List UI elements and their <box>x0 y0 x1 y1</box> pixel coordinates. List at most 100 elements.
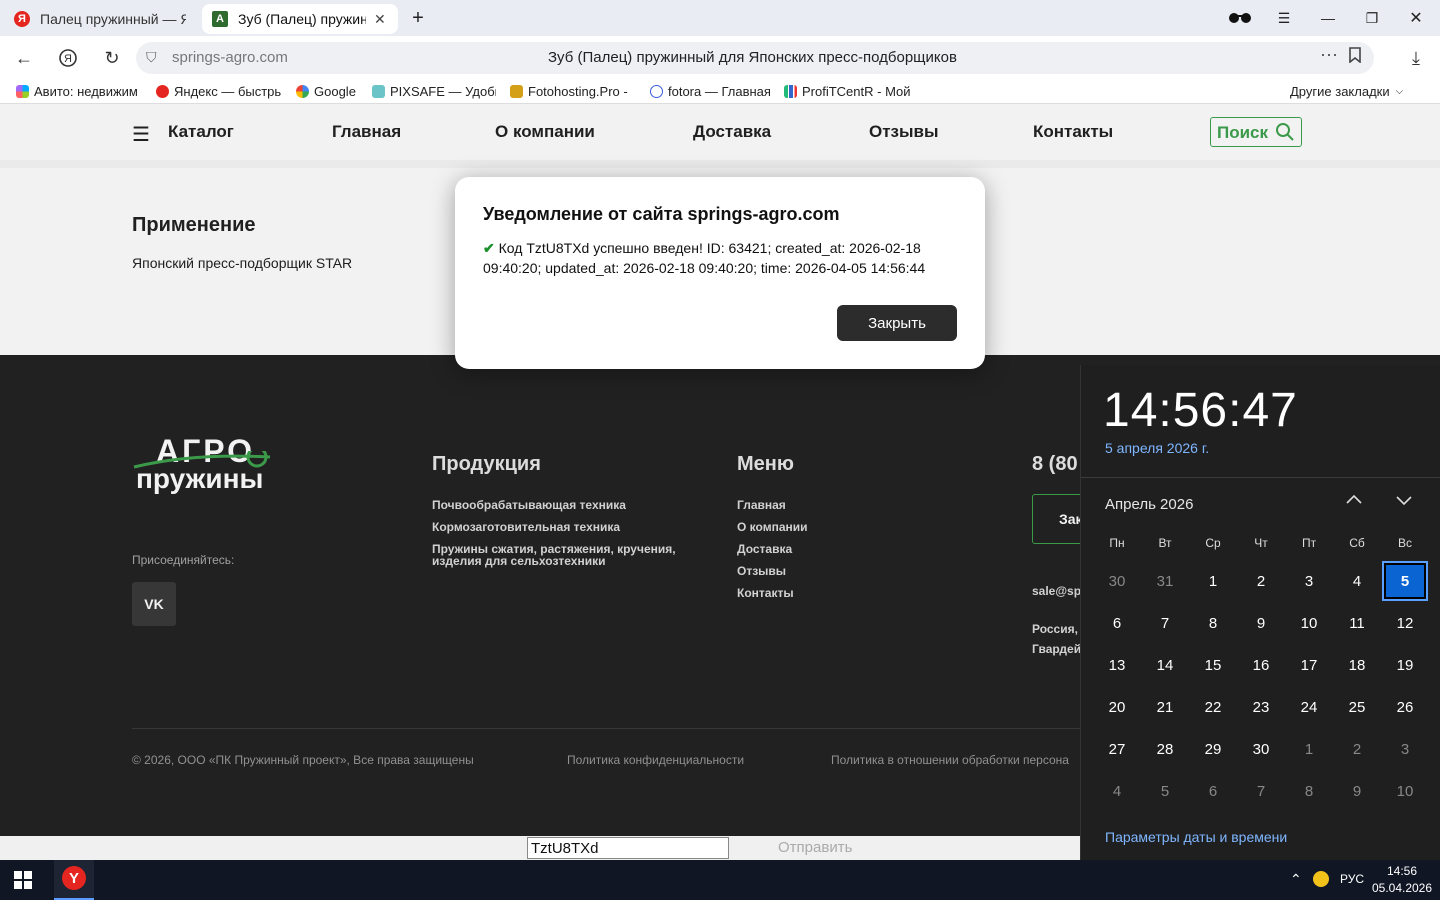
calendar-day[interactable]: 5 <box>1142 771 1188 811</box>
calendar-day[interactable]: 20 <box>1094 687 1140 727</box>
calendar-day[interactable]: 17 <box>1286 645 1332 685</box>
calendar-day[interactable]: 14 <box>1142 645 1188 685</box>
yandex-browser-task[interactable]: Y <box>54 860 94 900</box>
calendar-day[interactable]: 9 <box>1238 603 1284 643</box>
calendar-day[interactable]: 4 <box>1094 771 1140 811</box>
calendar-day[interactable]: 5 <box>1382 561 1428 601</box>
glasses-icon[interactable] <box>1226 6 1254 30</box>
bookmark-item[interactable]: PIXSAFE — Удобн <box>372 84 496 99</box>
calendar-day[interactable]: 29 <box>1190 729 1236 769</box>
calendar-day[interactable]: 22 <box>1190 687 1236 727</box>
calendar-day[interactable]: 28 <box>1142 729 1188 769</box>
calendar-day[interactable]: 2 <box>1238 561 1284 601</box>
code-input[interactable] <box>527 837 729 859</box>
calendar-day[interactable]: 16 <box>1238 645 1284 685</box>
flyout-long-date[interactable]: 5 апреля 2026 г. <box>1105 440 1209 456</box>
calendar-day[interactable]: 3 <box>1286 561 1332 601</box>
calendar-month[interactable]: Апрель 2026 <box>1105 496 1193 513</box>
weekday-label: Пт <box>1301 536 1317 550</box>
tray-app-icon[interactable] <box>1313 871 1329 887</box>
url-field[interactable]: ⛉ springs-agro.com Зуб (Палец) пружинный… <box>136 42 1374 74</box>
calendar-day[interactable]: 12 <box>1382 603 1428 643</box>
calendar-day[interactable]: 8 <box>1286 771 1332 811</box>
bookmark-item[interactable]: Авито: недвижим <box>16 84 142 99</box>
weekday-label: Вт <box>1158 536 1172 550</box>
calendar-day[interactable]: 30 <box>1238 729 1284 769</box>
shield-icon: ⛉ <box>146 49 157 65</box>
bookmark-item[interactable]: Fotohosting.Pro - <box>510 84 636 99</box>
calendar-day[interactable]: 31 <box>1142 561 1188 601</box>
more-icon[interactable]: ⋯ <box>1320 45 1338 66</box>
other-bookmarks[interactable]: Другие закладки ⌵ <box>1290 84 1430 99</box>
weekday-label: Чт <box>1254 536 1268 550</box>
yandex-icon <box>156 85 169 98</box>
close-window-icon[interactable]: ✕ <box>1402 6 1430 30</box>
dialog-close-button[interactable]: Закрыть <box>837 305 957 341</box>
calendar-day[interactable]: 3 <box>1382 729 1428 769</box>
calendar-day[interactable]: 11 <box>1334 603 1380 643</box>
calendar-day[interactable]: 27 <box>1094 729 1140 769</box>
flyout-clock: 14:56:47 <box>1103 384 1298 437</box>
bookmark-item[interactable]: Google <box>296 84 360 99</box>
download-icon[interactable]: ⤓ <box>1402 44 1430 72</box>
bookmark-item[interactable]: Яндекс — быстрь <box>156 84 282 99</box>
page-title: Зуб (Палец) пружинный для Японских пресс… <box>548 49 957 66</box>
calendar-day[interactable]: 18 <box>1334 645 1380 685</box>
bookmark-label: Яндекс — быстрь <box>174 84 282 99</box>
calendar-day[interactable]: 4 <box>1334 561 1380 601</box>
calendar-day[interactable]: 6 <box>1190 771 1236 811</box>
weekday-label: Вс <box>1397 536 1412 550</box>
dialog-message: Код TztU8TXd успешно введен! ID: 63421; … <box>483 240 926 276</box>
alert-dialog: Уведомление от сайта springs-agro.com ✔ … <box>455 177 985 369</box>
reload-icon[interactable]: ↻ <box>98 44 126 72</box>
yandex-home-icon[interactable]: Я <box>54 44 82 72</box>
tab-1-label: Палец пружинный — Янд <box>40 11 186 27</box>
calendar-day[interactable]: 10 <box>1286 603 1332 643</box>
calendar-day[interactable]: 23 <box>1238 687 1284 727</box>
calendar-day[interactable]: 30 <box>1094 561 1140 601</box>
calendar-day[interactable]: 21 <box>1142 687 1188 727</box>
language-indicator[interactable]: РУС <box>1340 872 1364 886</box>
bookmark-item[interactable]: ProfiTCentR - Мой <box>784 84 910 99</box>
tray-chevron-icon[interactable]: ⌃ <box>1290 871 1302 888</box>
bookmark-icon[interactable] <box>1348 47 1362 68</box>
calendar-day[interactable]: 9 <box>1334 771 1380 811</box>
bookmark-label: ProfiTCentR - Мой <box>802 84 910 99</box>
new-tab-icon[interactable]: + <box>404 6 432 30</box>
calendar-day[interactable]: 7 <box>1238 771 1284 811</box>
calendar-day[interactable]: 15 <box>1190 645 1236 685</box>
tab-1[interactable]: Я Палец пружинный — Янд <box>4 4 196 34</box>
date-time-settings-link[interactable]: Параметры даты и времени <box>1105 829 1287 845</box>
tab-2-label: Зуб (Палец) пружинны <box>238 11 366 27</box>
calendar-day[interactable]: 24 <box>1286 687 1332 727</box>
url-text: springs-agro.com <box>172 49 288 66</box>
calendar-day[interactable]: 19 <box>1382 645 1428 685</box>
calendar-day[interactable]: 10 <box>1382 771 1428 811</box>
svg-text:Я: Я <box>64 53 72 65</box>
calendar-day[interactable]: 25 <box>1334 687 1380 727</box>
close-tab-icon[interactable]: ✕ <box>374 11 386 28</box>
calendar-day[interactable]: 26 <box>1382 687 1428 727</box>
google-icon <box>296 85 309 98</box>
windows-start-icon[interactable] <box>14 871 32 894</box>
calendar-day[interactable]: 1 <box>1286 729 1332 769</box>
calendar-day[interactable]: 8 <box>1190 603 1236 643</box>
taskbar-clock[interactable]: 14:56 05.04.2026 <box>1368 863 1436 897</box>
calendar-day[interactable]: 2 <box>1334 729 1380 769</box>
send-button[interactable]: Отправить <box>778 839 852 856</box>
calendar-day[interactable]: 7 <box>1142 603 1188 643</box>
bookmark-item[interactable]: fotora — Главная <box>650 84 774 99</box>
chevron-up-icon[interactable] <box>1345 491 1363 514</box>
menu-icon[interactable]: ☰ <box>1270 6 1298 30</box>
chevron-down-icon[interactable] <box>1395 491 1413 514</box>
weekday-label: Ср <box>1205 536 1221 550</box>
tab-2[interactable]: А Зуб (Палец) пружинны ✕ <box>202 4 398 34</box>
minimize-icon[interactable]: — <box>1314 6 1342 30</box>
calendar-day[interactable]: 1 <box>1190 561 1236 601</box>
calendar-day[interactable]: 6 <box>1094 603 1140 643</box>
pixsafe-icon <box>372 85 385 98</box>
back-icon[interactable]: ← <box>10 44 38 72</box>
restore-icon[interactable]: ❐ <box>1358 6 1386 30</box>
calendar-day[interactable]: 13 <box>1094 645 1140 685</box>
weekday-label: Пн <box>1109 536 1125 550</box>
